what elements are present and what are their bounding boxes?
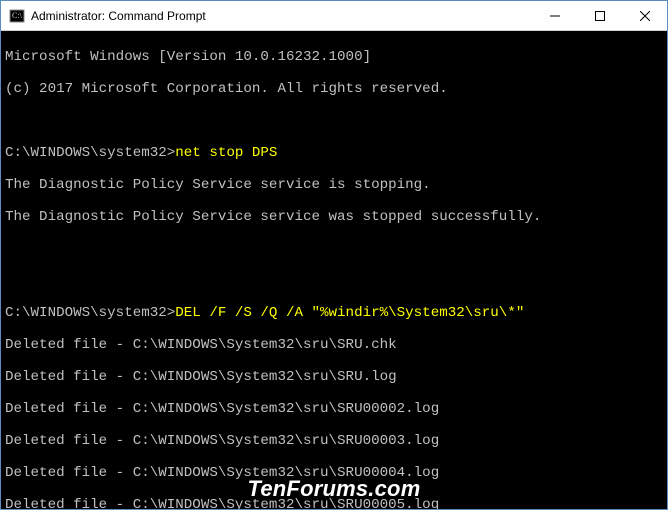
deleted-line: Deleted file - C:\WINDOWS\System32\sru\S… xyxy=(5,465,663,481)
command-2: DEL /F /S /Q /A "%windir%\System32\sru\*… xyxy=(175,305,524,321)
blank-line xyxy=(5,241,663,257)
cmd-window: C:\ Administrator: Command Prompt Micros… xyxy=(0,0,668,510)
output-line: The Diagnostic Policy Service service wa… xyxy=(5,209,663,225)
deleted-line: Deleted file - C:\WINDOWS\System32\sru\S… xyxy=(5,497,663,509)
minimize-icon xyxy=(550,11,560,21)
deleted-line: Deleted file - C:\WINDOWS\System32\sru\S… xyxy=(5,401,663,417)
close-button[interactable] xyxy=(622,1,667,30)
window-title: Administrator: Command Prompt xyxy=(31,9,532,23)
cmd-line-1: C:\WINDOWS\system32>net stop DPS xyxy=(5,145,663,161)
titlebar[interactable]: C:\ Administrator: Command Prompt xyxy=(1,1,667,31)
deleted-line: Deleted file - C:\WINDOWS\System32\sru\S… xyxy=(5,337,663,353)
close-icon xyxy=(640,11,650,21)
blank-line xyxy=(5,273,663,289)
svg-text:C:\: C:\ xyxy=(12,11,23,20)
prompt: C:\WINDOWS\system32> xyxy=(5,305,175,321)
deleted-line: Deleted file - C:\WINDOWS\System32\sru\S… xyxy=(5,369,663,385)
app-icon: C:\ xyxy=(9,8,25,24)
maximize-button[interactable] xyxy=(577,1,622,30)
window-controls xyxy=(532,1,667,30)
watermark-text: TenForums.com xyxy=(248,481,421,497)
command-1: net stop DPS xyxy=(175,145,277,161)
maximize-icon xyxy=(595,11,605,21)
copyright-line: (c) 2017 Microsoft Corporation. All righ… xyxy=(5,81,663,97)
cmd-line-2: C:\WINDOWS\system32>DEL /F /S /Q /A "%wi… xyxy=(5,305,663,321)
output-line: The Diagnostic Policy Service service is… xyxy=(5,177,663,193)
prompt: C:\WINDOWS\system32> xyxy=(5,145,175,161)
header-line: Microsoft Windows [Version 10.0.16232.10… xyxy=(5,49,663,65)
deleted-line: Deleted file - C:\WINDOWS\System32\sru\S… xyxy=(5,433,663,449)
minimize-button[interactable] xyxy=(532,1,577,30)
blank-line xyxy=(5,113,663,129)
terminal-area[interactable]: Microsoft Windows [Version 10.0.16232.10… xyxy=(1,31,667,509)
